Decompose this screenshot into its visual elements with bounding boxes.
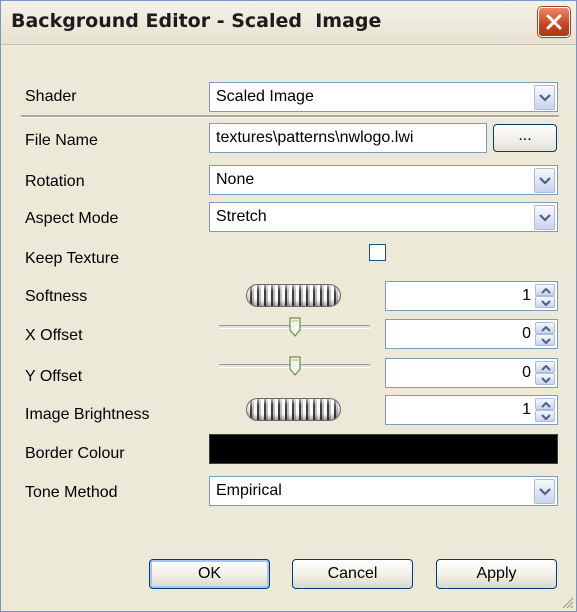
softness-spinbox[interactable]: 1	[385, 281, 558, 311]
separator-highlight	[21, 117, 559, 118]
rotation-dropdown[interactable]: None	[209, 165, 558, 195]
softness-decrement[interactable]	[535, 296, 555, 308]
x-offset-slider-thumb[interactable]	[288, 317, 301, 337]
shader-value: Scaled Image	[216, 88, 314, 105]
chevron-down-icon	[539, 488, 551, 496]
browse-button[interactable]: ...	[493, 124, 557, 152]
softness-increment[interactable]	[535, 284, 555, 296]
file-name-field[interactable]: textures\patterns\nwlogo.lwi	[209, 123, 487, 153]
arrow-down-icon	[541, 338, 551, 344]
softness-value: 1	[522, 287, 531, 304]
y-offset-label: Y Offset	[25, 368, 83, 385]
tone-method-dropdown-button[interactable]	[534, 479, 555, 504]
shader-dropdown[interactable]: Scaled Image	[209, 82, 558, 112]
y-offset-spin-buttons	[535, 361, 555, 385]
border-colour-swatch[interactable]	[209, 434, 558, 464]
close-button[interactable]	[538, 7, 570, 37]
shader-dropdown-button[interactable]	[534, 85, 555, 110]
chevron-down-icon	[539, 94, 551, 102]
resize-grip-icon[interactable]	[560, 595, 574, 609]
x-offset-decrement[interactable]	[535, 334, 555, 346]
softness-label: Softness	[25, 288, 88, 305]
y-offset-spinbox[interactable]: 0	[385, 358, 558, 388]
close-icon	[546, 14, 562, 30]
y-offset-value: 0	[522, 364, 531, 381]
file-name-label: File Name	[25, 132, 98, 149]
x-offset-label: X Offset	[25, 327, 83, 344]
x-offset-spin-buttons	[535, 322, 555, 346]
aspect-mode-value: Stretch	[216, 208, 267, 225]
image-brightness-decrement[interactable]	[535, 410, 555, 422]
tone-method-value: Empirical	[216, 482, 282, 499]
arrow-up-icon	[541, 326, 551, 332]
apply-button[interactable]: Apply	[436, 559, 557, 589]
tone-method-dropdown[interactable]: Empirical	[209, 476, 558, 506]
image-brightness-spin-buttons	[535, 398, 555, 422]
background-editor-dialog: Background Editor - Scaled Image Shader …	[0, 0, 577, 612]
cancel-button[interactable]: Cancel	[292, 559, 413, 589]
arrow-down-icon	[541, 300, 551, 306]
y-offset-decrement[interactable]	[535, 373, 555, 385]
ok-button[interactable]: OK	[149, 559, 270, 589]
arrow-up-icon	[541, 288, 551, 294]
keep-texture-checkbox[interactable]	[369, 244, 386, 261]
tone-method-label: Tone Method	[25, 484, 118, 501]
image-brightness-spinbox[interactable]: 1	[385, 395, 558, 425]
aspect-mode-label: Aspect Mode	[25, 210, 119, 227]
x-offset-increment[interactable]	[535, 322, 555, 334]
y-offset-increment[interactable]	[535, 361, 555, 373]
keep-texture-label: Keep Texture	[25, 250, 119, 267]
x-offset-value: 0	[522, 325, 531, 342]
window-title: Background Editor - Scaled Image	[11, 10, 382, 32]
aspect-mode-dropdown-button[interactable]	[534, 205, 555, 230]
image-brightness-jog-wheel[interactable]	[246, 398, 341, 421]
softness-jog-wheel[interactable]	[246, 284, 341, 307]
border-colour-label: Border Colour	[25, 445, 125, 462]
x-offset-spinbox[interactable]: 0	[385, 319, 558, 349]
arrow-up-icon	[541, 365, 551, 371]
aspect-mode-dropdown[interactable]: Stretch	[209, 202, 558, 232]
softness-spin-buttons	[535, 284, 555, 308]
title-bar[interactable]: Background Editor - Scaled Image	[1, 1, 576, 45]
image-brightness-value: 1	[522, 401, 531, 418]
rotation-dropdown-button[interactable]	[534, 168, 555, 193]
arrow-up-icon	[541, 402, 551, 408]
chevron-down-icon	[539, 214, 551, 222]
file-name-value: textures\patterns\nwlogo.lwi	[216, 129, 414, 146]
image-brightness-increment[interactable]	[535, 398, 555, 410]
arrow-down-icon	[541, 377, 551, 383]
rotation-value: None	[216, 171, 255, 188]
y-offset-slider-thumb[interactable]	[288, 356, 301, 376]
rotation-label: Rotation	[25, 173, 85, 190]
image-brightness-label: Image Brightness	[25, 406, 150, 423]
arrow-down-icon	[541, 414, 551, 420]
shader-label: Shader	[25, 88, 77, 105]
chevron-down-icon	[539, 177, 551, 185]
